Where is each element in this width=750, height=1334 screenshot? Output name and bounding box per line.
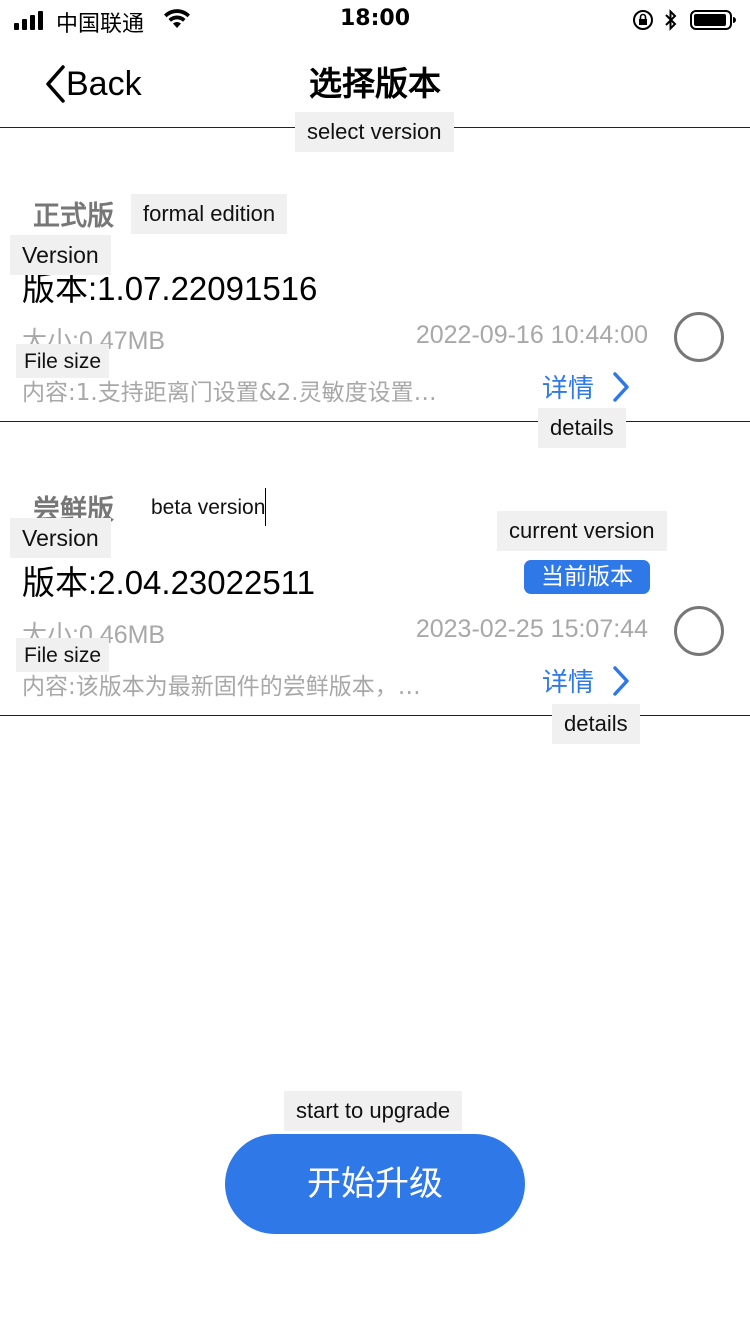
current-version-badge: 当前版本 — [524, 560, 650, 594]
edition-annotation: beta version — [139, 488, 267, 526]
version-item[interactable]: 尝鲜版 版本:2.04.23022511 当前版本 大小:0.46MB 2023… — [0, 422, 750, 716]
chevron-right-icon — [613, 371, 629, 402]
details-link[interactable]: 详情 — [542, 662, 630, 699]
release-date: 2023-02-25 15:07:44 — [415, 615, 648, 643]
select-radio[interactable] — [674, 312, 724, 362]
version-number: 版本:2.04.23022511 — [22, 564, 315, 601]
details-annotation: details — [552, 704, 640, 744]
edition-label: 正式版 — [33, 201, 114, 232]
content-summary: 内容:该版本为最新固件的尝鲜版本，… — [22, 674, 421, 700]
content-summary: 内容:1.支持距离门设置&2.灵敏度设置… — [22, 380, 437, 406]
details-label: 详情 — [542, 668, 595, 698]
bluetooth-icon — [665, 9, 677, 31]
edition-annotation: formal edition — [131, 194, 288, 234]
version-annotation: Version — [10, 518, 111, 558]
file-size-annotation: File size — [16, 638, 110, 672]
status-bar: 中国联通 18:00 — [0, 0, 750, 40]
battery-icon — [690, 10, 736, 30]
version-item[interactable]: 正式版 版本:1.07.22091516 大小:0.47MB 2022-09-1… — [0, 128, 750, 422]
release-date: 2022-09-16 10:44:00 — [415, 321, 648, 349]
details-link[interactable]: 详情 — [542, 368, 630, 405]
page-title: 选择版本 — [309, 64, 441, 103]
select-radio[interactable] — [674, 606, 724, 656]
details-label: 详情 — [542, 374, 595, 404]
file-size-annotation: File size — [16, 344, 110, 378]
chevron-right-icon — [613, 665, 629, 696]
version-annotation: Version — [10, 235, 111, 275]
start-upgrade-button[interactable]: 开始升级 — [225, 1134, 525, 1234]
current-version-annotation: current version — [497, 511, 667, 551]
rotation-lock-icon — [633, 10, 653, 30]
upgrade-annotation: start to upgrade — [284, 1091, 463, 1131]
